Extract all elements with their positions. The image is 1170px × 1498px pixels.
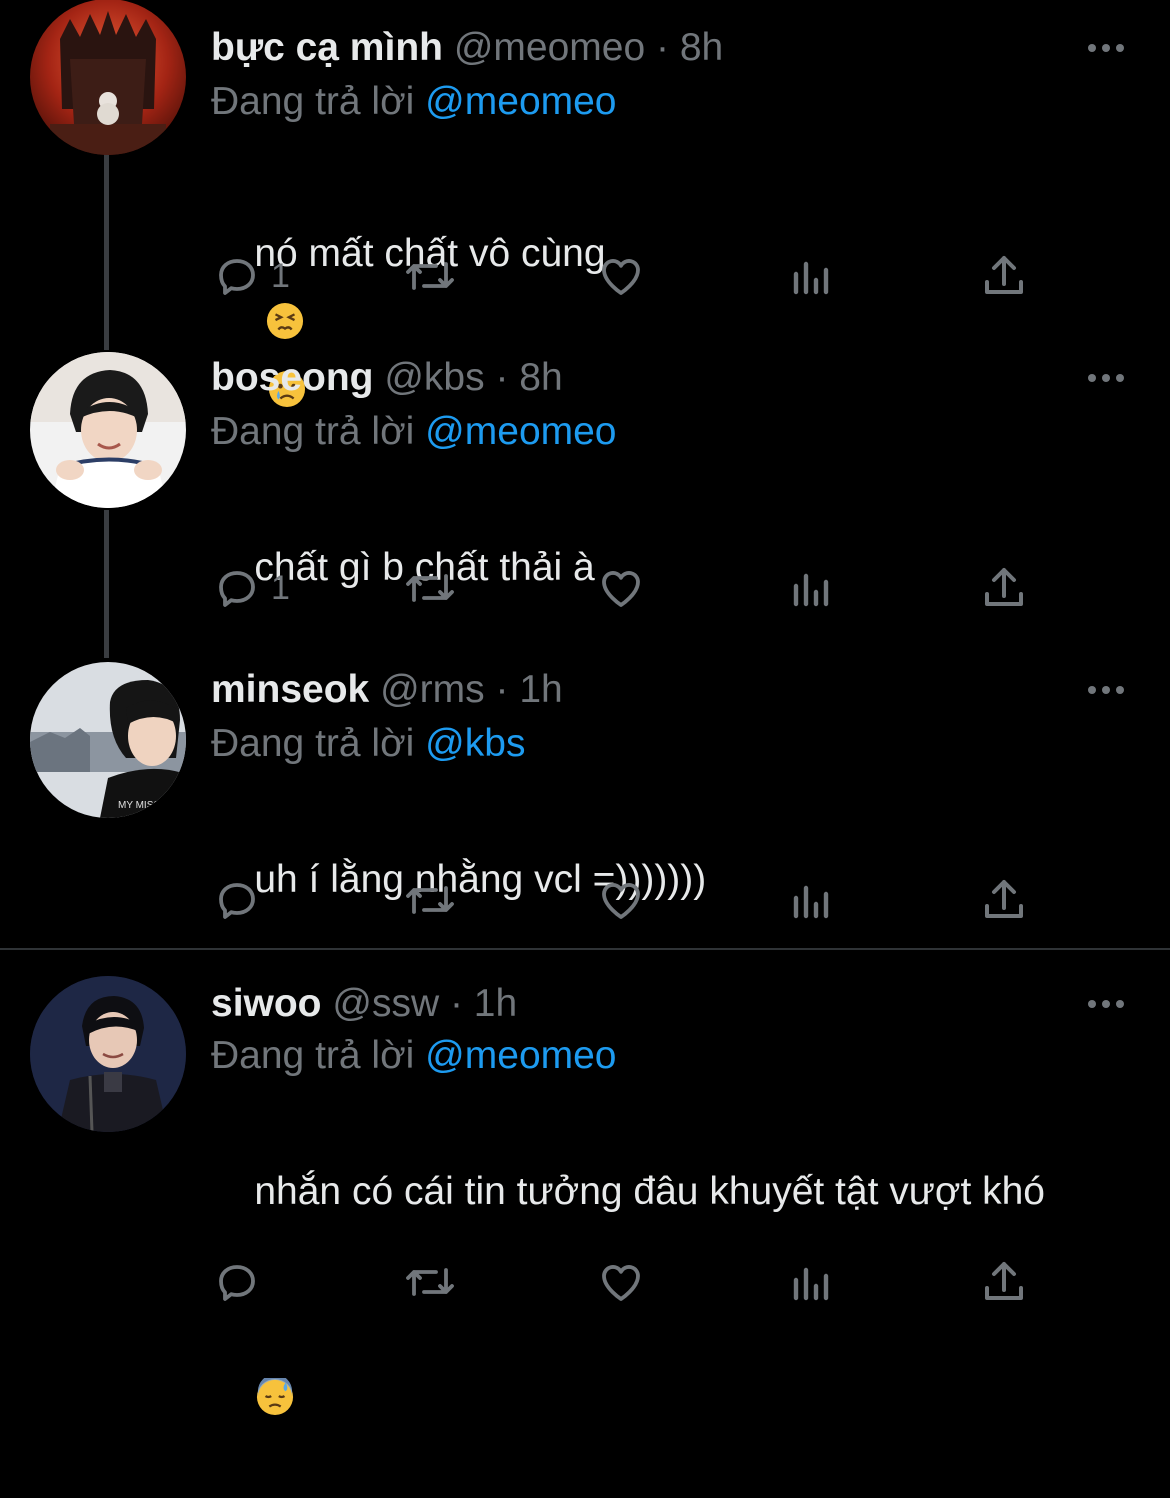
- replying-to-label: Đang trả lời: [211, 80, 426, 123]
- separator: ·: [439, 982, 474, 1025]
- downcast-sweat-face-emoji: [257, 1378, 294, 1416]
- avatar[interactable]: [30, 0, 186, 155]
- replying-to: Đang trả lời @meomeo: [211, 1032, 617, 1080]
- retweet-button[interactable]: [404, 558, 456, 618]
- tweet-actions: [0, 870, 1170, 930]
- mention-link[interactable]: @meomeo: [425, 410, 616, 453]
- retweet-icon: [406, 886, 454, 914]
- share-icon: [985, 256, 1023, 294]
- tweet-actions: 1: [0, 246, 1170, 306]
- share-button[interactable]: [981, 870, 1027, 930]
- reply-icon: [219, 883, 255, 919]
- views-button[interactable]: [790, 1252, 834, 1312]
- like-icon: [602, 571, 640, 607]
- views-icon: [793, 261, 829, 295]
- more-options-icon[interactable]: [1086, 680, 1126, 700]
- retweet-icon: [406, 262, 454, 290]
- display-name[interactable]: siwoo: [211, 982, 322, 1025]
- reply-icon: [219, 259, 255, 295]
- mention-link[interactable]: @meomeo: [425, 1034, 616, 1077]
- tweet-1[interactable]: bực cạ mình @meomeo · 8h Đang trả lời @m…: [0, 0, 1170, 408]
- share-icon: [985, 880, 1023, 918]
- replying-to: Đang trả lời @meomeo: [211, 78, 617, 126]
- tweet-header: siwoo @ssw · 1h: [211, 980, 517, 1028]
- like-button[interactable]: [597, 246, 645, 306]
- display-name[interactable]: minseok: [211, 668, 369, 711]
- like-button[interactable]: [597, 1252, 645, 1312]
- display-name[interactable]: boseong: [211, 356, 374, 399]
- avatar[interactable]: [30, 976, 186, 1132]
- tweet-header: minseok @rms · 1h: [211, 666, 563, 714]
- separator: ·: [484, 356, 520, 399]
- handle[interactable]: @kbs: [384, 356, 484, 399]
- share-button[interactable]: [981, 558, 1027, 618]
- timestamp[interactable]: 1h: [519, 668, 562, 711]
- avatar[interactable]: [30, 352, 186, 508]
- tweet-actions: [0, 1252, 1170, 1312]
- reply-icon: [219, 571, 255, 607]
- replying-to-label: Đang trả lời: [211, 722, 426, 765]
- timestamp[interactable]: 1h: [474, 982, 517, 1025]
- like-button[interactable]: [597, 870, 645, 930]
- handle[interactable]: @ssw: [332, 982, 439, 1025]
- views-icon: [793, 1267, 829, 1301]
- separator: ·: [645, 26, 680, 69]
- tweet-actions: 1: [0, 558, 1170, 618]
- tweet-header: boseong @kbs · 8h: [211, 354, 563, 402]
- timestamp[interactable]: 8h: [680, 26, 723, 69]
- tweet-3[interactable]: MY MISS minseok @rms · 1h Đang trả lời @…: [0, 640, 1170, 948]
- tweet-2[interactable]: boseong @kbs · 8h Đang trả lời @meomeo c…: [0, 330, 1170, 640]
- like-icon: [602, 259, 640, 295]
- share-button[interactable]: [981, 1252, 1027, 1312]
- reply-count: 1: [271, 568, 290, 607]
- timestamp[interactable]: 8h: [519, 356, 562, 399]
- reply-icon: [219, 1265, 255, 1301]
- reply-count: 1: [271, 256, 290, 295]
- more-options-icon[interactable]: [1086, 994, 1126, 1014]
- handle[interactable]: @meomeo: [454, 26, 645, 69]
- like-icon: [602, 883, 640, 919]
- mention-link[interactable]: @meomeo: [425, 80, 616, 123]
- views-icon: [793, 573, 829, 607]
- reply-button[interactable]: [213, 1252, 271, 1312]
- retweet-icon: [406, 574, 454, 602]
- retweet-button[interactable]: [404, 1252, 456, 1312]
- display-name[interactable]: bực cạ mình: [211, 26, 443, 69]
- like-icon: [602, 1265, 640, 1301]
- share-button[interactable]: [981, 246, 1027, 306]
- replying-to: Đang trả lời @meomeo: [211, 408, 617, 456]
- separator: ·: [484, 668, 520, 711]
- svg-text:MY MISS: MY MISS: [118, 800, 160, 811]
- tweet-text-content: nhắn có cái tin tưởng đâu khuyết tật vượ…: [254, 1170, 1045, 1213]
- replying-to-label: Đang trả lời: [211, 410, 426, 453]
- retweet-icon: [406, 1268, 454, 1296]
- replying-to-label: Đang trả lời: [211, 1034, 426, 1077]
- reply-button[interactable]: [213, 870, 271, 930]
- retweet-button[interactable]: [404, 870, 456, 930]
- views-button[interactable]: [790, 246, 834, 306]
- reply-button[interactable]: 1: [213, 246, 290, 306]
- views-icon: [793, 885, 829, 919]
- like-button[interactable]: [597, 558, 645, 618]
- avatar[interactable]: MY MISS: [30, 662, 186, 818]
- reply-button[interactable]: 1: [213, 558, 290, 618]
- views-button[interactable]: [790, 558, 834, 618]
- share-icon: [985, 1262, 1023, 1300]
- tweet-header: bực cạ mình @meomeo · 8h: [211, 24, 723, 72]
- views-button[interactable]: [790, 870, 834, 930]
- share-icon: [985, 568, 1023, 606]
- more-options-icon[interactable]: [1086, 38, 1126, 58]
- more-options-icon[interactable]: [1086, 368, 1126, 388]
- tweet-4[interactable]: siwoo @ssw · 1h Đang trả lời @meomeo nhắ…: [0, 950, 1170, 1416]
- mention-link[interactable]: @kbs: [425, 722, 525, 765]
- replying-to: Đang trả lời @kbs: [211, 720, 525, 768]
- handle[interactable]: @rms: [380, 668, 485, 711]
- retweet-button[interactable]: [404, 246, 456, 306]
